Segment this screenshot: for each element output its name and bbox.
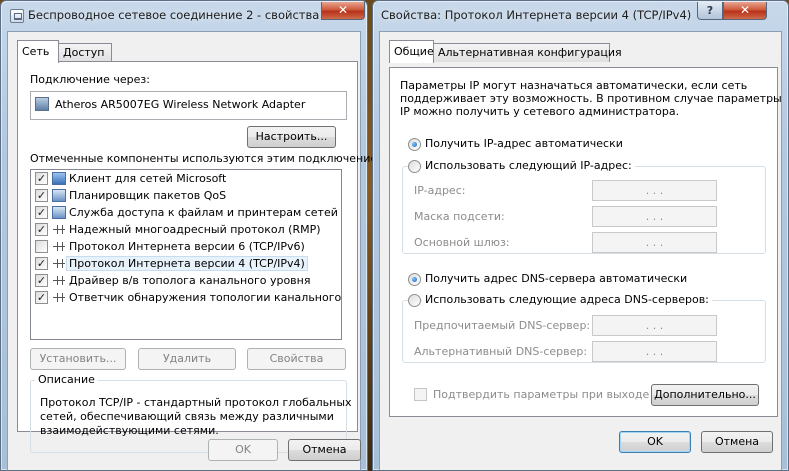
adapter-name: Atheros AR5007EG Wireless Network Adapte…	[55, 98, 306, 111]
component-checkbox[interactable]: ✓	[35, 223, 48, 236]
list-item[interactable]: ✓ Клиент для сетей Microsoft	[31, 170, 341, 187]
component-checkbox[interactable]: ✓	[35, 257, 48, 270]
network-protocol-icon	[52, 274, 66, 287]
window-title: Свойства: Протокол Интернета версии 4 (T…	[381, 8, 692, 22]
list-item[interactable]: ✓ Надежный многоадресный протокол (RMP)	[31, 221, 341, 238]
list-item[interactable]: ✓ Планировщик пакетов QoS	[31, 187, 341, 204]
ipv4-properties-window: Свойства: Протокол Интернета версии 4 (T…	[372, 0, 789, 471]
dns-manual-label[interactable]: Использовать следующие адреса DNS-сервер…	[422, 293, 712, 306]
component-checkbox[interactable]: ✓	[35, 206, 48, 219]
network-protocol-icon	[52, 240, 66, 253]
adapter-properties-titlebar[interactable]: Беспроводное сетевое соединение 2 - свой…	[1, 1, 367, 31]
component-label: Протокол Интернета версии 6 (TCP/IPv6)	[69, 240, 305, 253]
network-tab-panel: Подключение через: Atheros AR5007EG Wire…	[17, 61, 389, 453]
component-label: Планировщик пакетов QoS	[69, 189, 227, 202]
list-item[interactable]: ✓ Протокол Интернета версии 4 (TCP/IPv4)	[31, 255, 341, 272]
network-protocol-icon	[52, 291, 66, 304]
tab-general[interactable]: Общие	[389, 40, 434, 63]
alternate-dns-label: Альтернативный DNS-сервер:	[414, 345, 588, 358]
component-checkbox[interactable]: ✓	[35, 291, 48, 304]
component-label: Надежный многоадресный протокол (RMP)	[69, 223, 321, 236]
preferred-dns-field[interactable]: . . .	[592, 315, 717, 336]
adapter-field: Atheros AR5007EG Wireless Network Adapte…	[30, 91, 347, 120]
ok-button[interactable]: OK	[208, 439, 278, 461]
connect-using-label: Подключение через:	[30, 73, 150, 86]
ok-button[interactable]: OK	[619, 431, 691, 453]
ip-address-label: IP-адрес:	[414, 184, 466, 197]
general-tab-panel: Параметры IP могут назначаться автоматич…	[389, 67, 782, 417]
network-adapter-icon	[35, 97, 49, 111]
adapter-properties-window: Беспроводное сетевое соединение 2 - свой…	[0, 0, 389, 471]
ip-address-field[interactable]: . . .	[592, 180, 717, 201]
gateway-label: Основной шлюз:	[414, 236, 510, 249]
cancel-button[interactable]: Отмена	[288, 439, 361, 461]
component-label: Драйвер в/в тополога канального уровня	[69, 274, 311, 287]
subnet-mask-label: Маска подсети:	[414, 210, 505, 223]
cancel-button[interactable]: Отмена	[701, 431, 773, 453]
list-item[interactable]: ✓ Служба доступа к файлам и принтерам се…	[31, 204, 341, 221]
install-button[interactable]: Установить...	[30, 348, 126, 370]
description-line: взаимодействующими сетями.	[40, 424, 219, 437]
dns-auto-radio[interactable]	[408, 273, 421, 286]
components-list[interactable]: ✓ Клиент для сетей Microsoft ✓ Планировщ…	[30, 169, 342, 340]
help-button[interactable]: ?	[697, 2, 723, 20]
uninstall-button[interactable]: Удалить	[138, 348, 236, 370]
static-dns-group: Использовать следующие адреса DNS-сервер…	[402, 293, 766, 363]
description-line: Протокол TCP/IP - стандартный протокол г…	[40, 396, 352, 409]
dns-auto-label[interactable]: Получить адрес DNS-сервера автоматически	[425, 272, 687, 285]
network-window-icon	[10, 9, 24, 23]
component-label: Протокол Интернета версии 4 (TCP/IPv4)	[66, 256, 308, 271]
static-ip-group: Использовать следующий IP-адрес: IP-адре…	[402, 159, 766, 254]
ip-manual-radio[interactable]	[408, 160, 421, 173]
component-label: Клиент для сетей Microsoft	[69, 172, 227, 185]
ip-auto-radio[interactable]	[408, 138, 421, 151]
validate-checkbox[interactable]	[414, 388, 427, 401]
network-client-icon	[52, 172, 66, 185]
network-protocol-icon	[52, 223, 66, 236]
gateway-field[interactable]: . . .	[592, 232, 717, 253]
component-checkbox[interactable]	[35, 240, 48, 253]
dialog-body: Сеть Доступ Подключение через: Atheros A…	[7, 31, 389, 470]
components-label: Отмеченные компоненты используются этим …	[30, 152, 390, 165]
intro-line: Параметры IP могут назначаться автоматич…	[400, 79, 748, 92]
component-checkbox[interactable]: ✓	[35, 274, 48, 287]
preferred-dns-label: Предпочитаемый DNS-сервер:	[414, 319, 591, 332]
tab-sharing[interactable]: Доступ	[58, 43, 112, 62]
intro-line: поддерживает эту возможность. В противно…	[400, 92, 782, 105]
description-line: сетей, обеспечивающий связь между различ…	[40, 410, 334, 423]
dialog-body: Общие Альтернативная конфигурация Параме…	[379, 31, 782, 470]
intro-line: IP можно получить у сетевого администрат…	[400, 105, 680, 118]
ip-manual-label[interactable]: Использовать следующий IP-адрес:	[422, 159, 635, 172]
properties-button[interactable]: Свойства	[247, 348, 346, 370]
description-label: Описание	[35, 373, 98, 386]
window-title: Беспроводное сетевое соединение 2 - свой…	[28, 8, 320, 22]
tab-network[interactable]: Сеть	[17, 40, 59, 63]
component-label: Служба доступа к файлам и принтерам сете…	[69, 206, 341, 219]
subnet-mask-field[interactable]: . . .	[592, 206, 717, 227]
network-protocol-icon	[52, 257, 66, 270]
close-button[interactable]: ✕	[321, 2, 365, 20]
list-item[interactable]: ✓ Ответчик обнаружения топологии канальн…	[31, 289, 341, 306]
ipv4-properties-titlebar[interactable]: Свойства: Протокол Интернета версии 4 (T…	[373, 1, 788, 31]
network-service-icon	[52, 206, 66, 219]
dns-manual-radio[interactable]	[408, 294, 421, 307]
list-item[interactable]: Протокол Интернета версии 6 (TCP/IPv6)	[31, 238, 341, 255]
component-checkbox[interactable]: ✓	[35, 172, 48, 185]
alternate-dns-field[interactable]: . . .	[592, 341, 717, 362]
close-button[interactable]: ✕	[723, 2, 767, 20]
network-service-icon	[52, 189, 66, 202]
list-item[interactable]: ✓ Драйвер в/в тополога канального уровня	[31, 272, 341, 289]
ip-auto-label[interactable]: Получить IP-адрес автоматически	[425, 137, 623, 150]
component-label: Ответчик обнаружения топологии канальног…	[69, 291, 342, 304]
configure-button[interactable]: Настроить...	[247, 126, 336, 148]
advanced-button[interactable]: Дополнительно...	[651, 384, 759, 406]
tab-alternate-configuration[interactable]: Альтернативная конфигурация	[433, 43, 622, 62]
component-checkbox[interactable]: ✓	[35, 189, 48, 202]
validate-label[interactable]: Подтвердить параметры при выходе	[433, 388, 649, 401]
